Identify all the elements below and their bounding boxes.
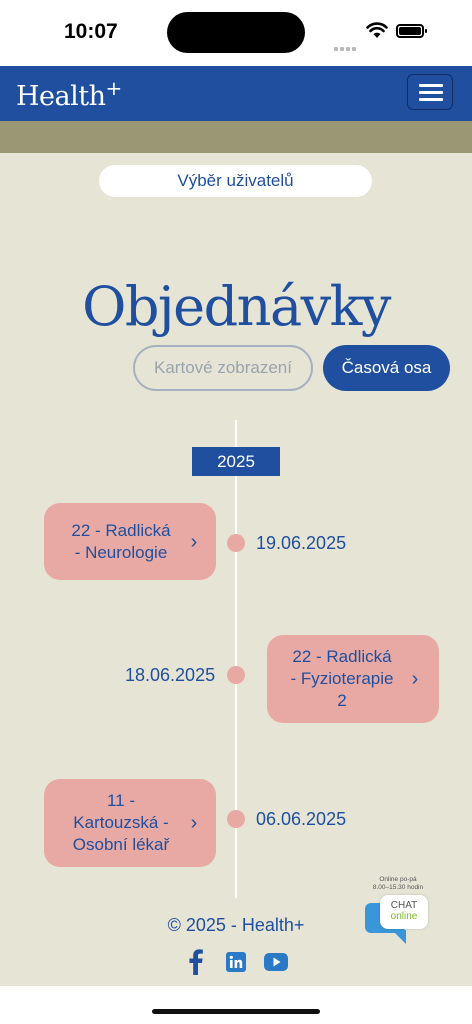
dynamic-island: [167, 12, 305, 53]
appointment-card[interactable]: 22 - Radlická - Fyzioterapie 2 ›: [267, 635, 439, 723]
chevron-right-icon: ›: [411, 668, 419, 690]
appointment-title: 22 - Radlická - Neurologie: [71, 520, 171, 562]
appointment-title: 22 - Radlická - Fyzioterapie 2: [290, 647, 394, 710]
chat-bubble-tail: [392, 930, 406, 944]
appointment-date: 06.06.2025: [256, 809, 347, 829]
chat-status: online: [390, 911, 418, 922]
chat-hours: Online po-pá 8.00–15.30 hodin: [372, 876, 424, 891]
bottom-safe-area: [0, 986, 472, 1024]
appointment-card[interactable]: 11 - Kartouzská - Osobní lékař ›: [44, 779, 216, 867]
appointment-card[interactable]: 22 - Radlická - Neurologie ›: [44, 503, 216, 580]
card-view-button[interactable]: Kartové zobrazení: [133, 345, 313, 391]
chat-button[interactable]: CHAT online: [380, 895, 428, 929]
appointment-date: 19.06.2025: [256, 533, 347, 553]
timeline-dot: [227, 810, 245, 828]
user-select-button[interactable]: Výběr uživatelů: [99, 165, 372, 197]
battery-icon: [396, 24, 427, 38]
linkedin-icon[interactable]: [226, 952, 246, 972]
page-title: Objednávky: [82, 275, 391, 338]
timeline-year: 2025: [192, 447, 280, 476]
timeline-dot: [227, 534, 245, 552]
logo[interactable]: Health+: [16, 76, 122, 112]
menu-icon: [419, 84, 443, 87]
youtube-icon[interactable]: [264, 953, 288, 971]
timeline-dot: [227, 666, 245, 684]
appointment-date: 18.06.2025: [125, 665, 216, 685]
chat-label: CHAT: [390, 900, 418, 911]
home-indicator[interactable]: [152, 1009, 320, 1014]
chevron-right-icon: ›: [190, 530, 198, 553]
appointment-title: 11 - Kartouzská - Osobní lékař: [72, 791, 170, 854]
cellular-signal-icon: [334, 33, 360, 51]
wifi-icon: [366, 21, 388, 39]
timeline-view-button[interactable]: Časová osa: [323, 345, 450, 391]
header-band: [0, 121, 472, 153]
menu-button[interactable]: [407, 74, 453, 110]
chevron-right-icon: ›: [190, 812, 198, 834]
facebook-icon[interactable]: [188, 949, 204, 975]
status-time: 10:07: [64, 20, 118, 43]
